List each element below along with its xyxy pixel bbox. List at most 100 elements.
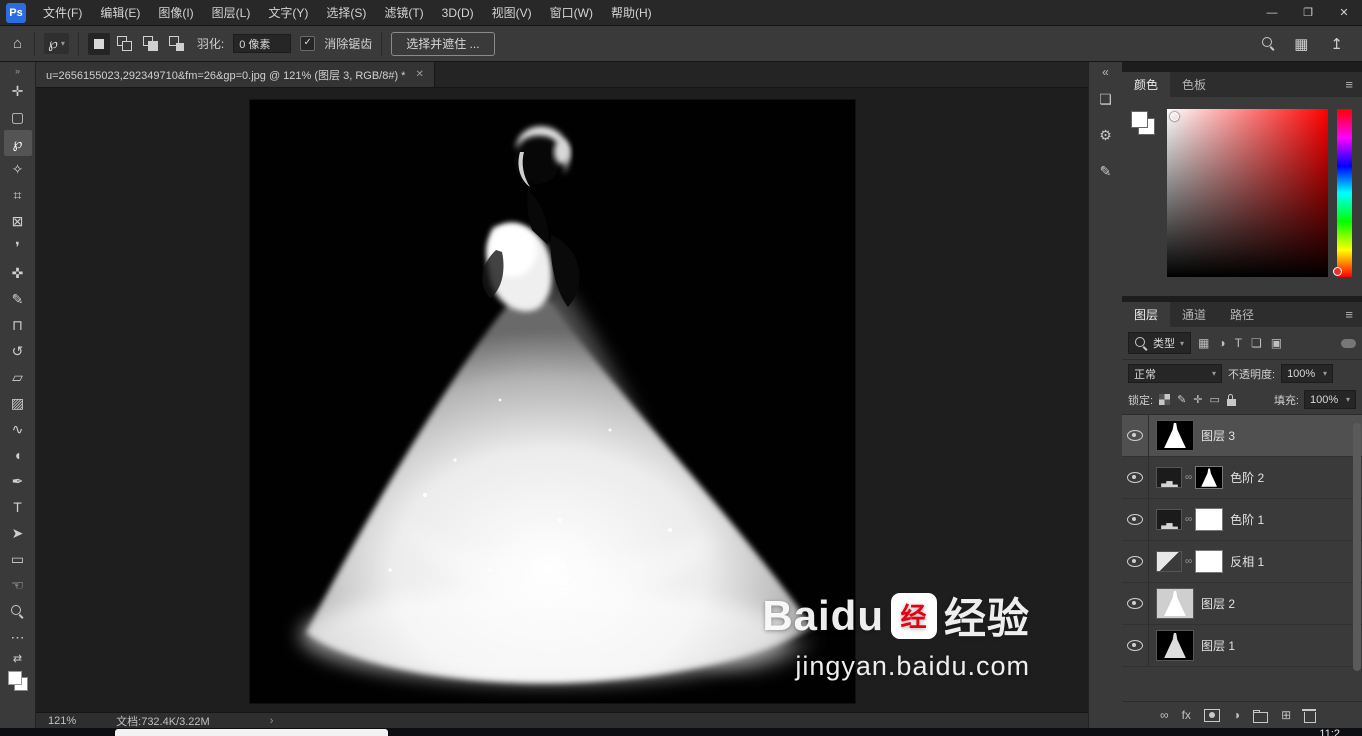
color-swatches[interactable] (6, 669, 30, 693)
tool-blur[interactable]: ∿ (4, 416, 32, 442)
tool-frame[interactable]: ⊠ (4, 208, 32, 234)
tool-history-brush[interactable]: ↺ (4, 338, 32, 364)
saturation-picker[interactable] (1167, 109, 1328, 277)
tool-path-selection[interactable]: ➤ (4, 520, 32, 546)
delete-layer-icon[interactable] (1304, 712, 1316, 723)
properties-panel-button[interactable]: ❏ (1092, 81, 1120, 117)
tab-channels[interactable]: 通道 (1170, 302, 1218, 327)
layer-visibility-toggle[interactable] (1122, 541, 1149, 582)
antialias-checkbox[interactable]: ✓ (300, 36, 315, 51)
brush-settings-panel-button[interactable]: ✎ (1092, 153, 1120, 189)
adjustment-layer-filter-icon[interactable]: ◑ (1216, 336, 1227, 350)
tool-gradient[interactable]: ▨ (4, 390, 32, 416)
mask-link-icon[interactable]: ∞ (1185, 514, 1192, 525)
fg-bg-swatches[interactable] (1130, 109, 1158, 149)
lock-all-icon[interactable] (1227, 399, 1236, 406)
layer-row-levels-1[interactable]: ▃▅▂ ∞ 色阶 1 (1122, 499, 1362, 541)
tool-lasso[interactable]: ℘ (4, 130, 32, 156)
tool-eyedropper[interactable]: ❜ (4, 234, 32, 260)
menu-window[interactable]: 窗口(W) (541, 0, 602, 26)
lock-position-icon[interactable]: ✛ (1193, 393, 1202, 406)
tab-close-icon[interactable]: ✕ (415, 69, 423, 80)
tool-zoom[interactable] (4, 598, 32, 624)
tool-rectangle[interactable]: ▭ (4, 546, 32, 572)
tool-move[interactable]: ✛ (4, 78, 32, 104)
lock-pixels-icon[interactable]: ✎ (1177, 393, 1186, 406)
type-layer-filter-icon[interactable]: T (1233, 336, 1244, 350)
pixel-layer-filter-icon[interactable]: ▦ (1196, 336, 1211, 350)
layer-row-2[interactable]: 图层 2 (1122, 583, 1362, 625)
layer-row-levels-2[interactable]: ▃▅▂ ∞ 色阶 2 (1122, 457, 1362, 499)
home-icon[interactable]: ⌂ (10, 35, 25, 52)
tool-dodge[interactable]: ◖ (4, 442, 32, 468)
menu-edit[interactable]: 编辑(E) (91, 0, 149, 26)
layer-filter-toggle[interactable] (1341, 339, 1356, 348)
menu-view[interactable]: 视图(V) (483, 0, 541, 26)
mask-link-icon[interactable]: ∞ (1185, 472, 1192, 483)
tool-pen[interactable]: ✒ (4, 468, 32, 494)
panel-menu-icon[interactable]: ≡ (1345, 72, 1362, 97)
layer-row-1[interactable]: 图层 1 (1122, 625, 1362, 667)
layer-visibility-toggle[interactable] (1122, 499, 1149, 540)
document-tab[interactable]: u=2656155023,292349710&fm=26&gp=0.jpg @ … (36, 62, 435, 87)
menu-layer[interactable]: 图层(L) (203, 0, 260, 26)
blend-mode-dropdown[interactable]: 正常 ▾ (1128, 364, 1222, 383)
tool-quick-selection[interactable]: ✧ (4, 156, 32, 182)
zoom-level[interactable]: 121% (48, 715, 76, 727)
layer-name[interactable]: 色阶 2 (1230, 469, 1264, 486)
intersect-selection-mode-button[interactable] (166, 33, 188, 55)
new-selection-mode-button[interactable] (88, 33, 110, 55)
tool-clone-stamp[interactable]: ⊓ (4, 312, 32, 338)
layer-row-3[interactable]: 图层 3 (1122, 415, 1362, 457)
share-icon[interactable]: ↥ (1327, 35, 1346, 53)
link-layers-icon[interactable]: ∞ (1160, 708, 1169, 722)
shape-layer-filter-icon[interactable]: ❏ (1249, 336, 1264, 350)
workspace-icon[interactable]: ▦ (1291, 35, 1311, 53)
layers-scrollbar[interactable] (1353, 423, 1361, 671)
menu-type[interactable]: 文字(Y) (259, 0, 317, 26)
taskbar-search-box[interactable] (115, 729, 388, 736)
new-group-icon[interactable] (1253, 712, 1268, 723)
tool-spot-healing[interactable]: ✜ (4, 260, 32, 286)
tool-eraser[interactable]: ▱ (4, 364, 32, 390)
minimize-button[interactable]: — (1254, 0, 1290, 26)
layer-name[interactable]: 色阶 1 (1230, 511, 1264, 528)
tool-hand[interactable]: ☜ (4, 572, 32, 598)
levels-adjustment-icon[interactable]: ▃▅▂ (1156, 467, 1182, 488)
tool-rectangular-marquee[interactable]: ▢ (4, 104, 32, 130)
tab-layers[interactable]: 图层 (1122, 302, 1170, 327)
add-layer-mask-icon[interactable] (1204, 709, 1220, 722)
menu-image[interactable]: 图像(I) (149, 0, 202, 26)
lock-artboard-icon[interactable]: ▭ (1210, 393, 1220, 406)
tool-type[interactable]: T (4, 494, 32, 520)
menu-select[interactable]: 选择(S) (317, 0, 375, 26)
panel-menu-icon[interactable]: ≡ (1345, 302, 1362, 327)
adjustments-panel-button[interactable]: ⚙ (1092, 117, 1120, 153)
subtract-selection-mode-button[interactable] (140, 33, 162, 55)
levels-adjustment-icon[interactable]: ▃▅▂ (1156, 509, 1182, 530)
status-expand-icon[interactable]: › (270, 715, 274, 727)
menu-3d[interactable]: 3D(D) (433, 0, 483, 26)
restore-button[interactable]: ❐ (1290, 0, 1326, 26)
add-selection-mode-button[interactable] (114, 33, 136, 55)
menu-file[interactable]: 文件(F) (34, 0, 91, 26)
layer-name[interactable]: 图层 1 (1201, 637, 1235, 654)
current-tool-preset[interactable]: ℘ ▾ (44, 33, 69, 54)
layer-name[interactable]: 图层 2 (1201, 595, 1235, 612)
tab-color[interactable]: 颜色 (1122, 72, 1170, 97)
mask-link-icon[interactable]: ∞ (1185, 556, 1192, 567)
lock-transparency-icon[interactable] (1159, 394, 1170, 405)
hue-slider[interactable] (1337, 109, 1352, 277)
layer-thumbnail[interactable] (1156, 420, 1194, 451)
menu-help[interactable]: 帮助(H) (602, 0, 661, 26)
close-button[interactable]: ✕ (1326, 0, 1362, 26)
smart-object-filter-icon[interactable]: ▣ (1269, 336, 1284, 350)
opacity-dropdown[interactable]: 100% ▾ (1281, 364, 1333, 383)
toolbar-collapse-icon[interactable]: » (15, 64, 20, 78)
tool-crop[interactable]: ⌗ (4, 182, 32, 208)
dock-expand-icon[interactable]: « (1102, 65, 1109, 81)
layer-name[interactable]: 反相 1 (1230, 553, 1264, 570)
layer-mask-thumbnail[interactable] (1195, 466, 1223, 489)
layer-name[interactable]: 图层 3 (1201, 427, 1235, 444)
layer-mask-thumbnail[interactable] (1195, 550, 1223, 573)
